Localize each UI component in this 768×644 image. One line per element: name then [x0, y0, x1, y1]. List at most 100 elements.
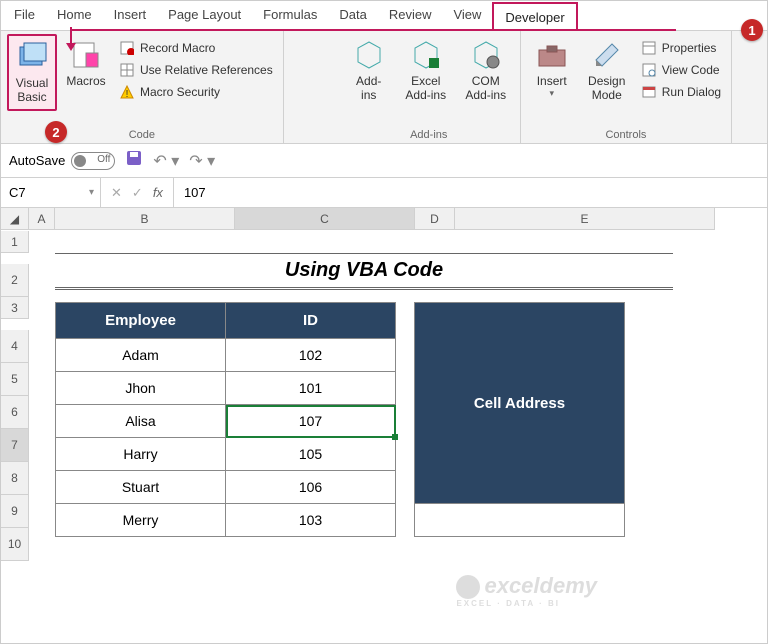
toggle-switch[interactable]: Off	[71, 152, 115, 170]
visual-basic-button[interactable]: Visual Basic	[7, 34, 57, 111]
tab-review[interactable]: Review	[378, 1, 443, 30]
table-cell[interactable]: Alisa	[56, 405, 226, 438]
row-3[interactable]: 3	[1, 297, 29, 319]
tab-data[interactable]: Data	[328, 1, 377, 30]
macros-label: Macros	[66, 74, 105, 88]
formula-input[interactable]: 107	[173, 178, 767, 207]
tab-developer[interactable]: Developer	[492, 2, 577, 31]
properties-icon	[641, 40, 657, 56]
com-addins-icon	[469, 38, 503, 72]
relative-references-button[interactable]: Use Relative References	[115, 60, 277, 80]
sheet-title: Using VBA Code	[55, 253, 673, 290]
visual-basic-icon	[15, 40, 49, 74]
dialog-icon	[641, 84, 657, 100]
watermark: exceldemy EXCEL · DATA · BI	[456, 573, 597, 608]
name-box[interactable]: C7	[1, 178, 101, 207]
addins-icon	[352, 38, 386, 72]
table-cell[interactable]: 102	[226, 339, 396, 372]
annotation-arrow	[70, 27, 72, 45]
com-addins-button[interactable]: COM Add-ins	[458, 34, 514, 107]
quick-access-toolbar: AutoSave Off ↶ ▾ ↷ ▾	[1, 144, 767, 178]
tab-insert[interactable]: Insert	[103, 1, 158, 30]
row-8[interactable]: 8	[1, 462, 29, 495]
row-6[interactable]: 6	[1, 396, 29, 429]
save-icon[interactable]	[125, 149, 143, 172]
table-cell[interactable]: 101	[226, 372, 396, 405]
col-c[interactable]: C	[235, 208, 415, 230]
table-cell[interactable]: Jhon	[56, 372, 226, 405]
warning-icon: !	[119, 84, 135, 100]
record-macro-button[interactable]: Record Macro	[115, 38, 277, 58]
row-7[interactable]: 7	[1, 429, 29, 462]
excel-addins-icon	[409, 38, 443, 72]
visual-basic-label: Visual Basic	[11, 76, 53, 105]
table-cell[interactable]: Merry	[56, 504, 226, 537]
addins-button[interactable]: Add- ins	[344, 34, 394, 107]
ruler-icon	[590, 38, 624, 72]
row-10[interactable]: 10	[1, 528, 29, 561]
ribbon-tabs: File Home Insert Page Layout Formulas Da…	[1, 1, 767, 31]
select-all-triangle[interactable]: ◢	[1, 208, 29, 230]
table-cell[interactable]	[415, 504, 625, 537]
properties-button[interactable]: Properties	[637, 38, 725, 58]
cancel-icon[interactable]: ✕	[111, 185, 122, 201]
callout-badge-2: 2	[45, 121, 67, 143]
employee-table: EmployeeID Adam102 Jhon101 Alisa107 Harr…	[55, 302, 396, 537]
ribbon: Visual Basic Macros Record Macro Use Rel…	[1, 31, 767, 144]
ribbon-group-addins: Add- ins Excel Add-ins COM Add-ins Add-i…	[284, 31, 521, 143]
toolbox-icon	[535, 38, 569, 72]
formula-bar: C7 ✕ ✓ fx 107	[1, 178, 767, 208]
col-b[interactable]: B	[55, 208, 235, 230]
table-cell[interactable]: 103	[226, 504, 396, 537]
tab-page-layout[interactable]: Page Layout	[157, 1, 252, 30]
autosave-toggle[interactable]: AutoSave Off	[9, 152, 115, 170]
ribbon-group-controls: Insert ▾ Design Mode Properties View Cod…	[521, 31, 732, 143]
view-code-button[interactable]: View Code	[637, 60, 725, 80]
fx-icon[interactable]: fx	[153, 185, 163, 200]
group-label-addins: Add-ins	[344, 127, 514, 143]
tab-home[interactable]: Home	[46, 1, 103, 30]
row-2[interactable]: 2	[1, 264, 29, 297]
code-icon	[641, 62, 657, 78]
row-headers: 1 2 3 4 5 6 7 8 9 10	[1, 231, 29, 561]
design-mode-button[interactable]: Design Mode	[581, 34, 633, 107]
tab-view[interactable]: View	[442, 1, 492, 30]
table-cell[interactable]: 106	[226, 471, 396, 504]
row-9[interactable]: 9	[1, 495, 29, 528]
row-4[interactable]: 4	[1, 330, 29, 363]
macro-security-button[interactable]: ! Macro Security	[115, 82, 277, 102]
tab-formulas[interactable]: Formulas	[252, 1, 328, 30]
group-label-controls: Controls	[527, 127, 725, 143]
record-icon	[119, 40, 135, 56]
svg-text:!: !	[126, 89, 129, 99]
table-cell[interactable]: 105	[226, 438, 396, 471]
annotation-line	[72, 29, 676, 31]
sheet-grid-headers: ◢ A B C D E	[1, 208, 767, 230]
undo-icon[interactable]: ↶ ▾	[153, 151, 179, 171]
insert-control-button[interactable]: Insert ▾	[527, 34, 577, 103]
col-d[interactable]: D	[415, 208, 455, 230]
th-employee: Employee	[56, 303, 226, 339]
run-dialog-button[interactable]: Run Dialog	[637, 82, 725, 102]
th-id: ID	[226, 303, 396, 339]
enter-icon[interactable]: ✓	[132, 185, 143, 201]
row-1[interactable]: 1	[1, 231, 29, 253]
excel-addins-button[interactable]: Excel Add-ins	[398, 34, 454, 107]
th-address: Cell Address	[415, 303, 625, 504]
table-cell[interactable]: Harry	[56, 438, 226, 471]
sheet-content: Using VBA Code EmployeeID Adam102 Jhon10…	[55, 233, 755, 537]
callout-badge-1: 1	[741, 19, 763, 41]
selected-cell[interactable]: 107	[226, 405, 396, 438]
grid-icon	[119, 62, 135, 78]
table-cell[interactable]: Adam	[56, 339, 226, 372]
redo-icon[interactable]: ↷ ▾	[189, 151, 215, 171]
col-e[interactable]: E	[455, 208, 715, 230]
cell-address-table: Cell Address	[414, 302, 625, 537]
tab-file[interactable]: File	[3, 1, 46, 30]
table-cell[interactable]: Stuart	[56, 471, 226, 504]
watermark-logo-icon	[456, 575, 480, 599]
col-a[interactable]: A	[29, 208, 55, 230]
chevron-down-icon: ▾	[549, 88, 554, 99]
ribbon-group-code: Visual Basic Macros Record Macro Use Rel…	[1, 31, 284, 143]
row-5[interactable]: 5	[1, 363, 29, 396]
